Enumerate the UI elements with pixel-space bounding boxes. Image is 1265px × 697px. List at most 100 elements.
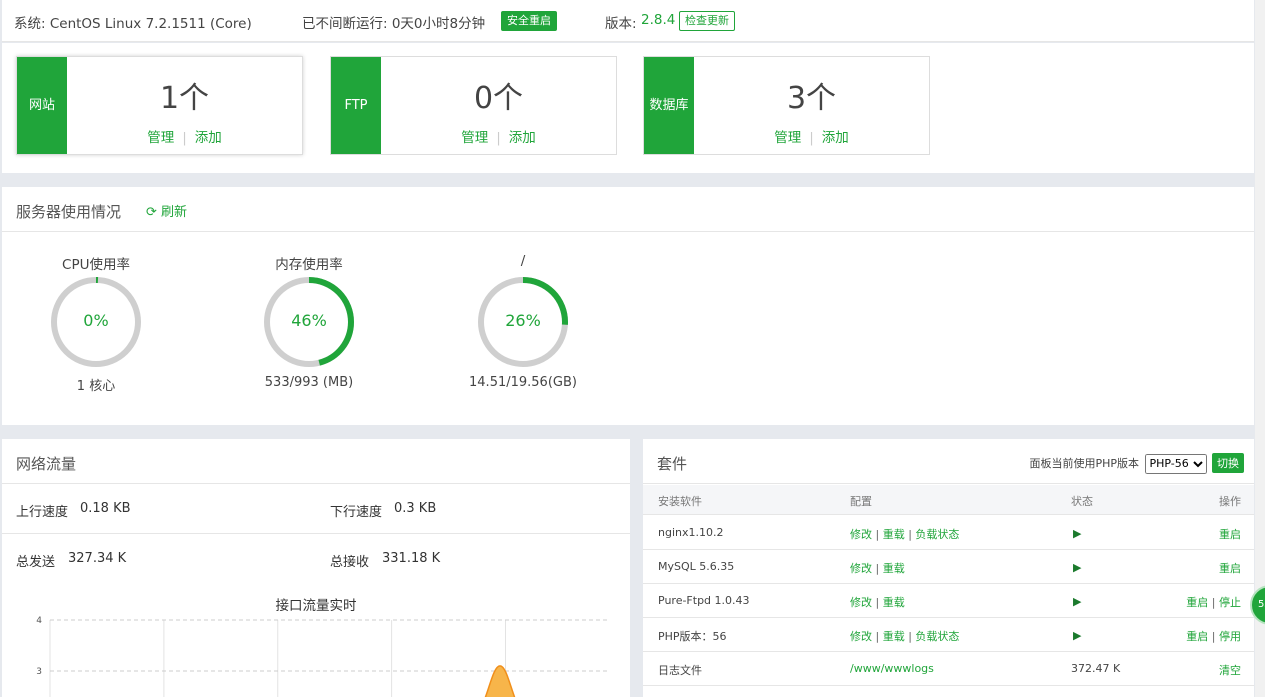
divider: | [182, 130, 187, 146]
op-links: 重启 [1219, 526, 1241, 542]
config-link[interactable]: /www/wwwlogs [850, 662, 934, 675]
up-speed-label: 上行速度 [16, 505, 69, 520]
network-panel: 网络流量 上行速度 0.18 KB 下行速度 0.3 KB 总发送 327.34… [2, 439, 630, 697]
ftp-add-link[interactable]: 添加 [509, 130, 536, 146]
running-icon: ▶ [1073, 561, 1082, 574]
overview-panel: 网站 1个 管理 | 添加 FTP 0个 管理 | 添加 数据库 3个 管理 | 添加 [2, 43, 1254, 173]
switch-php-button[interactable]: 切换 [1212, 453, 1244, 473]
system-info: 系统: CentOS Linux 7.2.1511 (Core) [14, 16, 252, 32]
op-link[interactable]: 清空 [1219, 664, 1241, 677]
network-title: 网络流量 [16, 455, 77, 473]
total-row: 总发送 327.34 K 总接收 331.18 K [2, 534, 630, 584]
suite-table-header: 安装软件 配置 状态 操作 [643, 485, 1254, 515]
safe-restart-button[interactable]: 安全重启 [501, 11, 557, 31]
refresh-button[interactable]: ⟳ 刷新 [146, 201, 187, 220]
website-tag: 网站 [17, 57, 67, 154]
ftp-manage-link[interactable]: 管理 [461, 130, 488, 146]
op-link[interactable]: 停止 [1219, 596, 1241, 609]
config-link[interactable]: 负载状态 [915, 630, 959, 643]
config-link[interactable]: 负载状态 [915, 528, 959, 541]
down-speed-label: 下行速度 [330, 505, 383, 520]
database-tag: 数据库 [644, 57, 694, 154]
up-speed-value: 0.18 KB [80, 501, 131, 516]
gauge-label: CPU使用率 [62, 257, 130, 273]
divider: | [1208, 630, 1219, 643]
table-row: MySQL 5.6.35 修改 | 重载 ▶ 重启 [643, 550, 1254, 584]
version-label: 版本: [605, 16, 637, 32]
software-name: nginx1.10.2 [658, 526, 724, 539]
header-config: 配置 [850, 495, 872, 508]
total-recv-value: 331.18 K [382, 551, 441, 566]
log-size: 372.47 K [1071, 662, 1121, 675]
divider: | [872, 528, 883, 541]
divider: | [809, 130, 814, 146]
ftp-count: 0个 [473, 81, 524, 116]
op-link[interactable]: 重启 [1219, 562, 1241, 575]
config-link[interactable]: 重载 [883, 528, 905, 541]
disk-gauge: / 26% 14.51/19.56(GB) [453, 253, 593, 390]
check-update-button[interactable]: 检查更新 [679, 11, 735, 31]
software-name: PHP版本：56 [658, 630, 727, 643]
suite-panel: 套件 面板当前使用PHP版本 PHP-56 切换 安装软件 配置 状态 操作 n… [643, 439, 1254, 697]
total-sent-value: 327.34 K [68, 551, 127, 566]
divider: | [872, 630, 883, 643]
y-tick-label: 3 [36, 667, 42, 677]
database-count: 3个 [786, 81, 837, 116]
website-manage-link[interactable]: 管理 [147, 130, 174, 146]
table-row: Pure-Ftpd 1.0.43 修改 | 重载 ▶ 重启 | 停止 [643, 584, 1254, 618]
config-link[interactable]: 修改 [850, 562, 872, 575]
website-add-link[interactable]: 添加 [195, 130, 222, 146]
op-links: 重启 | 停用 [1186, 628, 1241, 644]
config-link[interactable]: 重载 [883, 562, 905, 575]
config-link[interactable]: 重载 [883, 630, 905, 643]
down-speed-value: 0.3 KB [394, 501, 437, 516]
database-manage-link[interactable]: 管理 [774, 130, 801, 146]
usage-title: 服务器使用情况 [16, 203, 122, 221]
memory-gauge: 内存使用率 46% 533/993 (MB) [239, 253, 379, 390]
table-row: nginx1.10.2 修改 | 重载 | 负载状态 ▶ 重启 [643, 516, 1254, 550]
database-card: 数据库 3个 管理 | 添加 [643, 56, 930, 155]
total-recv-label: 总接收 [330, 555, 370, 570]
traffic-area [484, 665, 516, 697]
config-links: /www/wwwlogs [850, 662, 934, 675]
website-card: 网站 1个 管理 | 添加 [16, 56, 303, 155]
total-sent-label: 总发送 [16, 555, 56, 570]
gauge-percent: 26% [505, 311, 541, 330]
php-version-label: 面板当前使用PHP版本 [1029, 457, 1139, 470]
op-link[interactable]: 停用 [1219, 630, 1241, 643]
config-links: 修改 | 重载 [850, 560, 905, 576]
table-row: 日志文件/www/wwwlogs 372.47 K 清空 [643, 652, 1254, 686]
op-link[interactable]: 重启 [1219, 528, 1241, 541]
uptime-info: 已不间断运行: 0天0小时8分钟 [302, 16, 486, 32]
traffic-chart: 43 [36, 616, 608, 697]
suite-title: 套件 [657, 455, 688, 473]
table-row: PHP版本：56 修改 | 重载 | 负载状态 ▶ 重启 | 停用 [643, 618, 1254, 652]
refresh-label: 刷新 [161, 205, 188, 220]
header-name: 安装软件 [658, 495, 702, 508]
divider: | [904, 528, 916, 541]
op-link[interactable]: 重启 [1186, 630, 1208, 643]
config-link[interactable]: 修改 [850, 528, 872, 541]
y-tick-label: 4 [36, 616, 42, 626]
divider: | [872, 562, 883, 575]
divider: | [872, 596, 883, 609]
gauge-percent: 0% [83, 311, 109, 330]
divider: | [496, 130, 501, 146]
config-link[interactable]: 重载 [883, 596, 905, 609]
config-links: 修改 | 重载 | 负载状态 [850, 628, 959, 644]
speed-row: 上行速度 0.18 KB 下行速度 0.3 KB [2, 484, 630, 534]
op-links: 清空 [1219, 662, 1241, 678]
server-usage-panel: 服务器使用情况 ⟳ 刷新 CPU使用率 0% 1 核心 内存使用率 46% 53… [2, 187, 1254, 425]
running-icon: ▶ [1073, 629, 1082, 642]
gauge-sub: 1 核心 [76, 379, 116, 394]
top-info-bar: 系统: CentOS Linux 7.2.1511 (Core) 已不间断运行:… [2, 0, 1254, 42]
database-add-link[interactable]: 添加 [822, 130, 849, 146]
config-link[interactable]: 修改 [850, 630, 872, 643]
op-links: 重启 | 停止 [1186, 594, 1241, 610]
software-name: MySQL 5.6.35 [658, 560, 735, 573]
config-link[interactable]: 修改 [850, 596, 872, 609]
op-link[interactable]: 重启 [1186, 596, 1208, 609]
divider: | [904, 630, 916, 643]
php-version-select[interactable]: PHP-56 [1144, 453, 1207, 474]
software-name: Pure-Ftpd 1.0.43 [658, 594, 750, 607]
